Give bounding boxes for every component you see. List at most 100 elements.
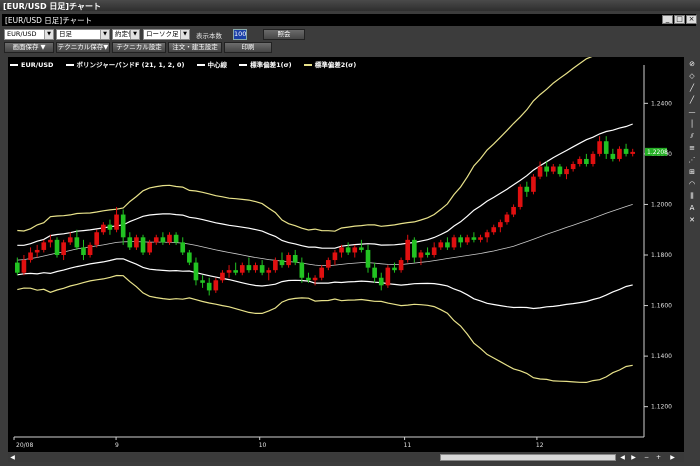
candle-body bbox=[273, 260, 278, 271]
candle-body bbox=[445, 242, 450, 248]
candle-body bbox=[94, 232, 100, 245]
candle-body bbox=[431, 247, 437, 255]
delete-all-icon[interactable]: ✕ bbox=[687, 215, 697, 225]
scroll-end-left-icon[interactable]: ◀ bbox=[618, 453, 627, 462]
candle-body bbox=[623, 148, 629, 154]
horizontal-scrollbar[interactable]: ◀ ◀ ▶ − + ▶ bbox=[8, 453, 684, 462]
cursor-icon[interactable]: ⊘ bbox=[687, 59, 697, 69]
display-count-label: 表示本数 bbox=[196, 32, 222, 40]
candle-body bbox=[246, 265, 252, 271]
candle-body bbox=[352, 247, 358, 253]
candle-body bbox=[524, 186, 530, 192]
scroll-left-icon[interactable]: ◀ bbox=[8, 453, 17, 462]
candle-body bbox=[378, 277, 384, 286]
candle-body bbox=[253, 265, 258, 271]
x-tick-label: 9 bbox=[115, 442, 119, 449]
order-settings-button[interactable]: 注文・建玉設定 bbox=[168, 42, 222, 53]
chart-type-value: ローソク足 bbox=[146, 30, 179, 38]
band-sigma2-lower bbox=[17, 274, 633, 384]
candle-body bbox=[48, 239, 53, 243]
candle-body bbox=[114, 214, 119, 230]
x-tick-label: 12 bbox=[536, 442, 544, 449]
close-icon[interactable]: × bbox=[686, 15, 697, 24]
candle-body bbox=[226, 270, 232, 273]
vline-icon[interactable]: │ bbox=[687, 119, 697, 129]
candle-body bbox=[603, 141, 609, 154]
candle-body bbox=[153, 237, 159, 243]
x-tick-label: 11 bbox=[404, 442, 412, 449]
drawing-toolbar: ⊘ ◇ ╱ ╱ — │ ⫽ ≡ ⋰ ⊞ ◠ ⫼ A ✕ bbox=[686, 57, 698, 452]
candle-body bbox=[21, 260, 27, 273]
channel-icon[interactable]: ⫽ bbox=[687, 131, 697, 141]
candle-body bbox=[134, 237, 139, 248]
candle-body bbox=[557, 166, 563, 175]
candle-body bbox=[550, 166, 556, 172]
candle-body bbox=[325, 260, 331, 268]
x-tick-label: 20/08 bbox=[16, 442, 33, 449]
candle-body bbox=[107, 224, 113, 230]
timezone-icon[interactable]: ⫼ bbox=[687, 191, 697, 201]
candle-body bbox=[239, 265, 245, 273]
candle-body bbox=[299, 262, 305, 278]
y-tick-label: 1.1200 bbox=[651, 404, 672, 411]
fan-icon[interactable]: ⋰ bbox=[687, 155, 697, 165]
candle-body bbox=[220, 272, 225, 281]
current-price-label: 1.2208 bbox=[647, 149, 668, 156]
scrollbar-thumb[interactable] bbox=[440, 454, 616, 461]
candle-body bbox=[160, 237, 166, 243]
period-value: 日足 bbox=[59, 30, 72, 38]
candle-body bbox=[180, 242, 186, 253]
hline-icon[interactable]: — bbox=[687, 107, 697, 117]
fibonacci-icon[interactable]: ≡ bbox=[687, 143, 697, 153]
chevron-down-icon: ▼ bbox=[44, 30, 53, 39]
minimize-icon[interactable]: _ bbox=[662, 15, 673, 24]
ray-icon[interactable]: ╱ bbox=[687, 95, 697, 105]
candle-body bbox=[187, 252, 192, 263]
candle-body bbox=[504, 214, 510, 223]
candle-body bbox=[167, 234, 172, 243]
candle-body bbox=[597, 141, 602, 154]
maximize-icon[interactable]: □ bbox=[674, 15, 685, 24]
technical-settings-button[interactable]: テクニカル設定 bbox=[112, 42, 166, 53]
text-icon[interactable]: A bbox=[687, 203, 697, 213]
candle-body bbox=[438, 242, 444, 248]
candle-body bbox=[206, 282, 212, 291]
save-screen-button[interactable]: 画面保存 ▼ bbox=[4, 42, 54, 53]
candle-body bbox=[61, 242, 66, 255]
zoom-out-icon[interactable]: − bbox=[642, 453, 651, 462]
display-count-input[interactable]: 100 bbox=[233, 29, 247, 40]
candle-body bbox=[511, 206, 516, 215]
pair-value: EUR/USD bbox=[7, 30, 37, 38]
price-type-select[interactable]: 約定値 ▼ bbox=[112, 29, 140, 40]
scroll-end-icon[interactable]: ▶ bbox=[668, 453, 677, 462]
candle-body bbox=[279, 260, 285, 266]
y-tick-label: 1.1600 bbox=[651, 303, 672, 310]
candle-body bbox=[544, 166, 549, 172]
apply-button[interactable]: 照会 bbox=[263, 29, 305, 40]
candle-body bbox=[484, 232, 490, 238]
candle-body bbox=[233, 270, 238, 273]
zoom-in-icon[interactable]: + bbox=[654, 453, 663, 462]
chart-window-title: [EUR/USD 日足]チャート bbox=[5, 16, 93, 25]
query-toolbar: EUR/USD ▼ 日足 ▼ 約定値 ▼ ローソク足 ▼ 表示本数 100 照会 bbox=[2, 29, 698, 40]
arc-icon[interactable]: ◠ bbox=[687, 179, 697, 189]
gann-icon[interactable]: ⊞ bbox=[687, 167, 697, 177]
candle-body bbox=[127, 237, 133, 248]
candle-body bbox=[140, 237, 146, 253]
chart-area[interactable]: EUR/USD ボリンジャーバンドF (21, 1, 2, 0) 中心線 標準偏… bbox=[8, 57, 684, 452]
scroll-right-icon[interactable]: ▶ bbox=[629, 453, 638, 462]
candle-body bbox=[372, 267, 377, 278]
print-button[interactable]: 印刷 bbox=[224, 42, 272, 53]
eraser-icon[interactable]: ◇ bbox=[687, 71, 697, 81]
candle-body bbox=[464, 237, 470, 243]
trendline-icon[interactable]: ╱ bbox=[687, 83, 697, 93]
candle-body bbox=[306, 277, 311, 281]
candle-body bbox=[193, 262, 199, 281]
pair-select[interactable]: EUR/USD ▼ bbox=[4, 29, 54, 40]
candle-body bbox=[590, 153, 596, 164]
period-select[interactable]: 日足 ▼ bbox=[56, 29, 110, 40]
chart-type-select[interactable]: ローソク足 ▼ bbox=[143, 29, 190, 40]
candle-body bbox=[537, 166, 543, 177]
save-technical-button[interactable]: テクニカル保存▼ bbox=[56, 42, 110, 53]
action-toolbar: 画面保存 ▼ テクニカル保存▼ テクニカル設定 注文・建玉設定 印刷 bbox=[2, 42, 698, 53]
